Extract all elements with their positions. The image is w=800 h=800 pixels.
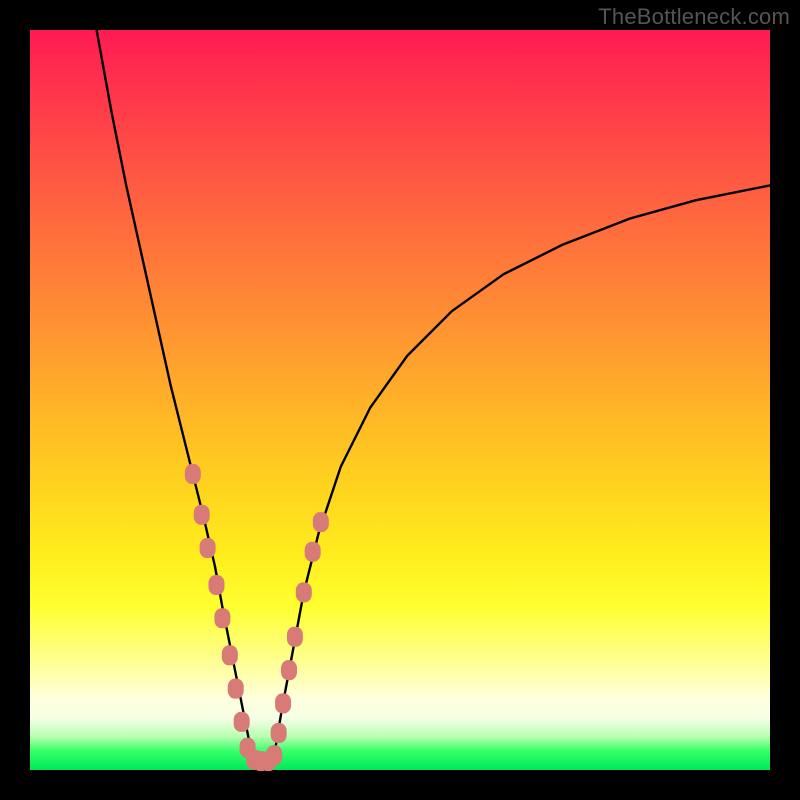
marker-point [313, 512, 329, 532]
marker-point [271, 723, 287, 743]
marker-point [287, 627, 303, 647]
marker-point [228, 679, 244, 699]
curve-layer [97, 30, 770, 757]
marker-point [281, 660, 297, 680]
marker-point [208, 575, 224, 595]
marker-point [275, 693, 291, 713]
marker-point [266, 745, 282, 765]
marker-point [222, 645, 238, 665]
marker-point [305, 542, 321, 562]
marker-point [234, 712, 250, 732]
marker-point [296, 582, 312, 602]
marker-point [214, 608, 230, 628]
marker-layer [185, 464, 329, 771]
watermark-text: TheBottleneck.com [598, 4, 790, 30]
outer-frame: TheBottleneck.com [0, 0, 800, 800]
marker-point [185, 464, 201, 484]
marker-point [200, 538, 216, 558]
curve-right-branch [274, 185, 770, 755]
plot-area [30, 30, 770, 770]
marker-point [194, 505, 210, 525]
chart-svg [30, 30, 770, 770]
